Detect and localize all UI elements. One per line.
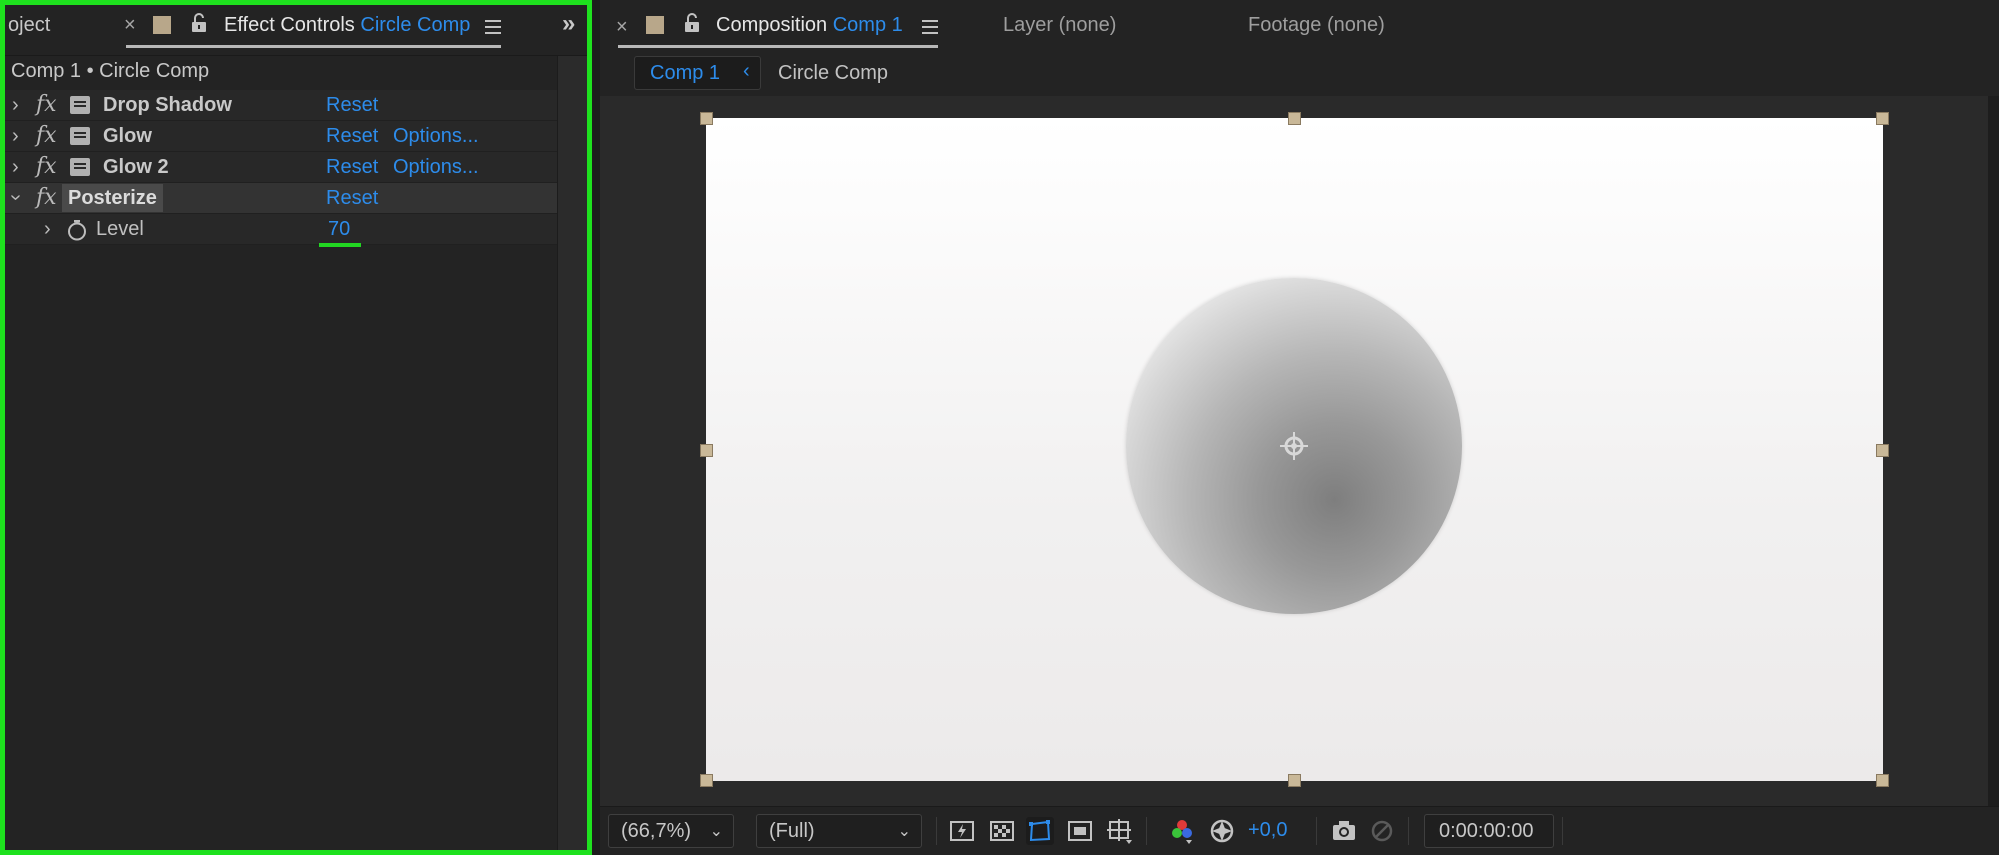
reset-link[interactable]: Reset — [326, 125, 378, 148]
chevron-down-icon: ⌄ — [897, 823, 911, 840]
region-of-interest-icon[interactable] — [1066, 817, 1094, 845]
tab-project[interactable]: oject — [8, 14, 50, 37]
effect-controls-title: Effect Controls — [224, 14, 355, 36]
handle-bottom-left[interactable] — [700, 774, 713, 787]
effect-preset-icon — [70, 96, 90, 114]
transparency-grid-icon[interactable] — [988, 817, 1016, 845]
effect-controls-panel: oject × Effect Controls Circle Comp » Co… — [0, 0, 592, 855]
viewer-toolbar: (66,7%) ⌄ (Full) ⌄ +0,0 0:00:00:00 — [600, 806, 1999, 855]
zoom-dropdown[interactable]: (66,7%) ⌄ — [608, 814, 734, 848]
current-time-display[interactable]: 0:00:00:00 — [1424, 814, 1554, 848]
label-color-swatch[interactable] — [153, 16, 171, 34]
chevron-down-icon[interactable]: › — [4, 194, 27, 201]
chevron-right-icon[interactable]: › — [12, 94, 19, 117]
zoom-value: (66,7%) — [621, 820, 692, 842]
chevron-right-icon[interactable]: › — [44, 218, 51, 241]
circle-layer[interactable] — [1126, 278, 1462, 614]
composition-tab-title: Composition — [716, 14, 828, 36]
reset-link[interactable]: Reset — [326, 156, 378, 179]
tab-composition[interactable]: Composition Comp 1 — [716, 14, 903, 37]
exposure-value[interactable]: +0,0 — [1248, 819, 1287, 842]
fx-toggle-icon[interactable]: fx — [36, 185, 57, 210]
mask-path-visibility-icon[interactable] — [1026, 817, 1054, 845]
composition-tab-comp: Comp 1 — [832, 14, 903, 36]
handle-top-center[interactable] — [1288, 112, 1301, 125]
panel-menu-icon[interactable] — [922, 20, 938, 38]
value-highlight-underline — [319, 243, 361, 247]
channel-rgb-icon[interactable] — [1168, 817, 1196, 845]
options-link[interactable]: Options... — [393, 125, 479, 148]
handle-middle-right[interactable] — [1876, 444, 1889, 457]
camera-snapshot-icon[interactable] — [1330, 817, 1358, 845]
panel-menu-icon[interactable] — [485, 20, 501, 38]
composition-tab-bar: × Composition Comp 1 Layer (none) Footag… — [600, 0, 1999, 56]
effect-name: Glow — [103, 125, 152, 147]
lock-icon[interactable] — [190, 13, 208, 33]
handle-bottom-center[interactable] — [1288, 774, 1301, 787]
composition-canvas[interactable] — [706, 118, 1883, 781]
effect-preset-icon — [70, 127, 90, 145]
expand-tabs-icon[interactable]: » — [562, 10, 575, 38]
toolbar-separator — [1408, 817, 1409, 845]
grid-guides-icon[interactable] — [1106, 817, 1134, 845]
effect-name: Drop Shadow — [103, 94, 232, 116]
tab-layer[interactable]: Layer (none) — [1003, 14, 1116, 37]
effect-row-drop-shadow[interactable]: › fx Drop Shadow Reset — [0, 90, 557, 121]
reset-link[interactable]: Reset — [326, 187, 378, 210]
left-panel-tab-bar: oject × Effect Controls Circle Comp » — [0, 0, 592, 56]
level-value[interactable]: 70 — [328, 218, 350, 241]
resolution-dropdown[interactable]: (Full) ⌄ — [756, 814, 922, 848]
reset-link[interactable]: Reset — [326, 94, 378, 117]
handle-top-right[interactable] — [1876, 112, 1889, 125]
effect-row-posterize[interactable]: › fx Posterize Reset — [0, 183, 557, 214]
label-color-swatch[interactable] — [646, 16, 664, 34]
effect-row-glow-2[interactable]: › fx Glow 2 Reset Options... — [0, 152, 557, 183]
reset-exposure-icon[interactable] — [1208, 817, 1236, 845]
active-tab-underline — [618, 45, 938, 48]
handle-top-left[interactable] — [700, 112, 713, 125]
subtab-comp-1[interactable]: Comp 1 ‹ — [634, 56, 761, 90]
close-tab-icon[interactable]: × — [616, 16, 628, 39]
property-name: Level — [96, 218, 144, 240]
toolbar-separator — [1146, 817, 1147, 845]
tab-footage[interactable]: Footage (none) — [1248, 14, 1385, 37]
effect-row-glow[interactable]: › fx Glow Reset Options... — [0, 121, 557, 152]
effect-preset-icon — [70, 158, 90, 176]
fx-toggle-icon[interactable]: fx — [36, 92, 57, 117]
close-tab-icon[interactable]: × — [124, 14, 136, 37]
left-panel-scrollbar[interactable] — [557, 56, 592, 855]
chevron-down-icon: ⌄ — [709, 823, 723, 840]
chevron-left-icon[interactable]: ‹ — [743, 60, 750, 83]
lock-icon[interactable] — [683, 13, 701, 33]
fx-toggle-icon[interactable]: fx — [36, 154, 57, 179]
toolbar-separator — [936, 817, 937, 845]
chevron-right-icon[interactable]: › — [12, 156, 19, 179]
breadcrumb: Comp 1 • Circle Comp — [11, 60, 210, 82]
effect-name: Glow 2 — [103, 156, 169, 178]
anchor-point-icon[interactable] — [1278, 430, 1310, 462]
effect-controls-layer-name: Circle Comp — [360, 14, 471, 36]
chevron-right-icon[interactable]: › — [12, 125, 19, 148]
toolbar-separator — [1316, 817, 1317, 845]
toolbar-separator — [1562, 817, 1563, 845]
resolution-value: (Full) — [769, 820, 815, 842]
show-snapshot-icon[interactable] — [1368, 817, 1396, 845]
tab-effect-controls[interactable]: Effect Controls Circle Comp — [224, 14, 470, 37]
composition-panel: × Composition Comp 1 Layer (none) Footag… — [600, 0, 1999, 855]
active-tab-underline — [126, 45, 501, 48]
property-row-level[interactable]: › Level 70 — [0, 214, 557, 245]
handle-middle-left[interactable] — [700, 444, 713, 457]
effect-name-selected: Posterize — [62, 184, 163, 212]
fx-toggle-icon[interactable]: fx — [36, 123, 57, 148]
viewer-scrollbar[interactable] — [1988, 96, 1999, 806]
handle-bottom-right[interactable] — [1876, 774, 1889, 787]
fast-previews-icon[interactable] — [948, 817, 976, 845]
comp-flowchart-navigator: Comp 1 ‹ Circle Comp — [600, 56, 1999, 96]
subtab-circle-comp[interactable]: Circle Comp — [778, 62, 888, 85]
stopwatch-icon[interactable] — [66, 219, 88, 241]
composition-viewer[interactable] — [600, 96, 1988, 806]
subtab-label: Comp 1 — [650, 62, 721, 84]
options-link[interactable]: Options... — [393, 156, 479, 179]
